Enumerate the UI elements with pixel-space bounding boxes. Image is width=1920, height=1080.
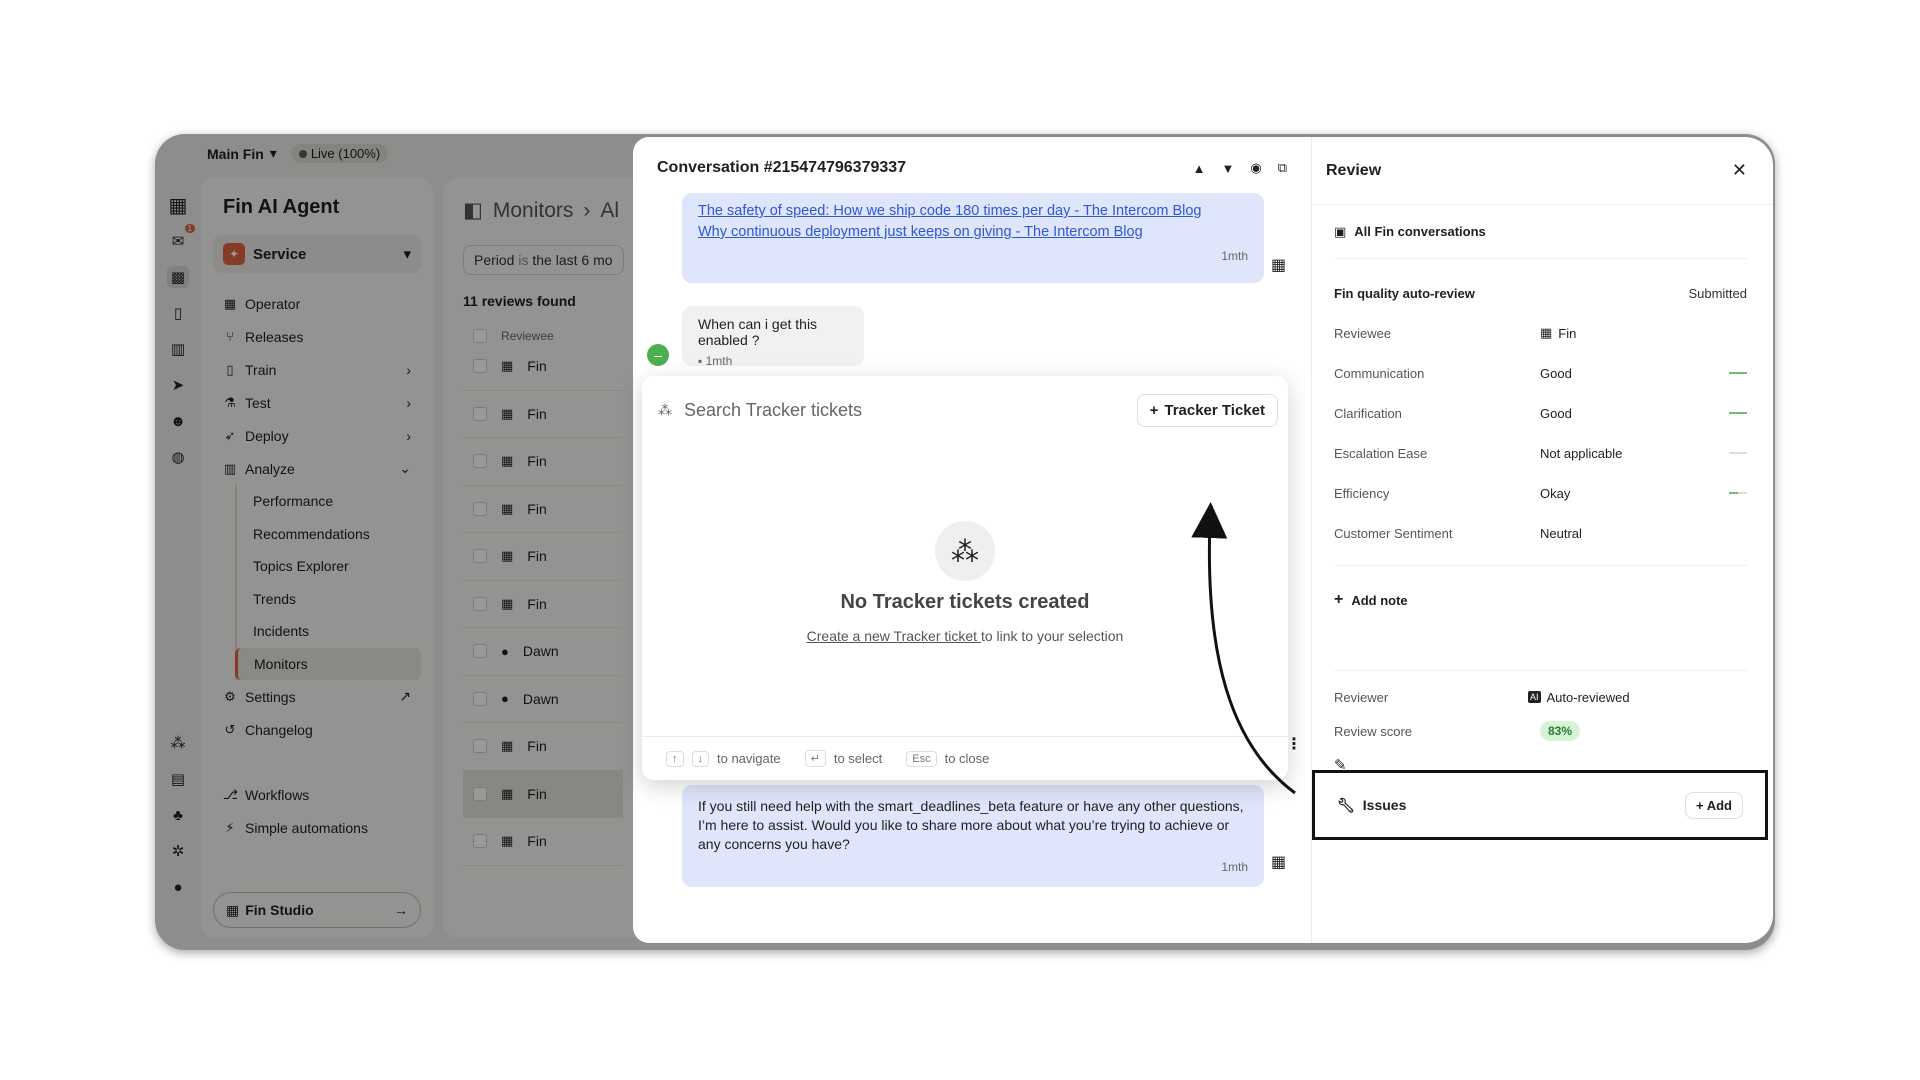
arrow-down-key-icon: ↓ [691,750,709,767]
tracker-icon: ⁂ [935,521,995,581]
tracker-search-header: ⁂ Search Tracker tickets + Tracker Ticke… [642,376,1288,427]
criterion-key: Communication [1334,365,1425,381]
add-issue-button[interactable]: + Add [1684,791,1743,819]
conversation-toolbar: ▲ ▼ ◉ ⧉ [1193,160,1287,176]
issues-label: Issues [1362,797,1407,813]
button-label: Tracker Ticket [1164,402,1265,419]
rating-indicator [1729,492,1747,494]
message-timestamp: 1mth [1221,249,1248,263]
criterion-value-wrap: Okay [1540,486,1747,501]
criterion-value-wrap: Not applicable [1540,446,1747,461]
add-note-label: Add note [1351,592,1408,608]
reviewer-value: Auto-reviewed [1546,689,1630,705]
review-score-pill: 83% [1540,721,1581,741]
bot-message: The safety of speed: How we ship code 18… [682,193,1264,283]
plus-icon: + [1334,591,1344,608]
plus-icon: + [1695,797,1704,813]
review-criterion-row: Escalation Ease Not applicable [1334,433,1747,473]
article-link[interactable]: The safety of speed: How we ship code 18… [698,201,1248,222]
criterion-key: Efficiency [1334,485,1390,501]
fin-grid-icon: ▦ [1540,325,1553,340]
review-criteria: Reviewee ▦ Fin Communication Good Clarificati… [1334,313,1747,553]
criterion-value: Fin [1558,325,1577,341]
add-label: Add [1706,797,1732,813]
hint-text: to select [833,751,883,766]
criterion-value-wrap: Good [1540,406,1747,421]
auto-review-title: Fin quality auto-review [1334,285,1475,301]
article-link[interactable]: Why continuous deployment just keeps on … [698,222,1248,243]
ai-badge-icon: AI [1528,691,1541,703]
filter-icon: ▣ [1334,223,1347,239]
hint-text: to navigate [717,751,781,766]
criterion-value: Not applicable [1540,445,1623,461]
message-timestamp: 1mth [1221,860,1248,874]
review-criterion-row: Efficiency Okay [1334,473,1747,513]
wrench-icon: 🔧︎ [1337,796,1355,813]
reviewer-row: Reviewer AI Auto-reviewed [1334,677,1747,717]
review-score-row: Review score 83% [1334,717,1747,745]
user-message-meta: ▪ 1mth [698,354,848,368]
review-criterion-row: Reviewee ▦ Fin [1334,313,1747,353]
add-note-button[interactable]: + Add note [1334,580,1747,620]
criterion-key: Reviewee [1334,325,1392,341]
criterion-key: Customer Sentiment [1334,525,1453,541]
review-panel: Review ✕ ▣ All Fin conversations Fin qua… [1311,137,1773,943]
criterion-key: Escalation Ease [1334,445,1428,461]
user-message: When can i get this enabled ? ▪ 1mth [682,306,864,368]
annotation-arrow [1191,502,1296,795]
rating-indicator [1729,412,1747,414]
all-conversations-label: All Fin conversations [1354,224,1486,239]
all-fin-conversations[interactable]: ▣ All Fin conversations [1334,205,1747,259]
auto-review-heading: Fin quality auto-review Submitted [1334,273,1747,313]
tracker-search-input[interactable]: ⁂ Search Tracker tickets [658,400,862,421]
user-message-text: When can i get this enabled ? [698,316,818,348]
rating-indicator [1729,372,1747,374]
eye-icon[interactable]: ◉ [1250,160,1261,176]
next-arrow-icon[interactable]: ▼ [1221,161,1234,176]
empty-subtitle-text: to link to your selection [980,628,1124,644]
create-tracker-ticket-link[interactable]: Create a new Tracker ticket [807,628,981,644]
rating-indicator [1729,452,1747,454]
criterion-value-wrap: Good [1540,366,1747,381]
criterion-value: Neutral [1540,525,1582,541]
tracker-search-placeholder: Search Tracker tickets [684,400,863,420]
bot-message-text: If you still need help with the smart_de… [698,798,1244,852]
add-tracker-ticket-button[interactable]: + Tracker Ticket [1136,394,1278,427]
criterion-value: Good [1540,365,1572,381]
review-criterion-row: Clarification Good [1334,393,1747,433]
close-icon[interactable]: ✕ [1732,160,1747,181]
status-badge: Submitted [1688,285,1747,301]
tracker-icon: ⁂ [658,402,672,418]
esc-key: Esc [906,750,937,767]
previous-arrow-icon[interactable]: ▲ [1193,161,1206,176]
note-icon: ▪ [698,354,703,368]
hint-text: to close [944,751,990,766]
remove-icon[interactable]: – [647,344,669,366]
criterion-key: Clarification [1334,405,1402,421]
review-score-key: Review score [1334,723,1413,739]
conversation-title: Conversation #215474796379337 [657,159,907,176]
review-criterion-row: Customer Sentiment Neutral [1334,513,1747,553]
review-body: ▣ All Fin conversations Fin quality auto… [1312,205,1773,785]
review-header: Review ✕ [1312,137,1773,205]
enter-key-icon: ↵ [804,750,826,767]
fin-avatar-icon: ▦ [1271,257,1287,274]
plus-icon: + [1149,402,1159,419]
issues-section: 🔧︎ Issues + Add [1312,770,1768,840]
conversation-header: Conversation #215474796379337 ▲ ▼ ◉ ⧉ [633,137,1311,199]
arrow-up-key-icon: ↑ [666,750,684,767]
fin-avatar-icon: ▦ [1271,854,1287,871]
criterion-value-wrap: Neutral [1540,526,1747,541]
open-external-icon[interactable]: ⧉ [1278,160,1287,176]
review-title: Review [1326,161,1382,179]
reviewer-key: Reviewer [1334,689,1389,705]
criterion-value-wrap: ▦ Fin [1540,325,1747,341]
message-timestamp: 1mth [705,354,733,368]
review-criterion-row: Communication Good [1334,353,1747,393]
bot-message: If you still need help with the smart_de… [682,785,1264,887]
criterion-value: Okay [1540,485,1571,501]
criterion-value: Good [1540,405,1572,421]
